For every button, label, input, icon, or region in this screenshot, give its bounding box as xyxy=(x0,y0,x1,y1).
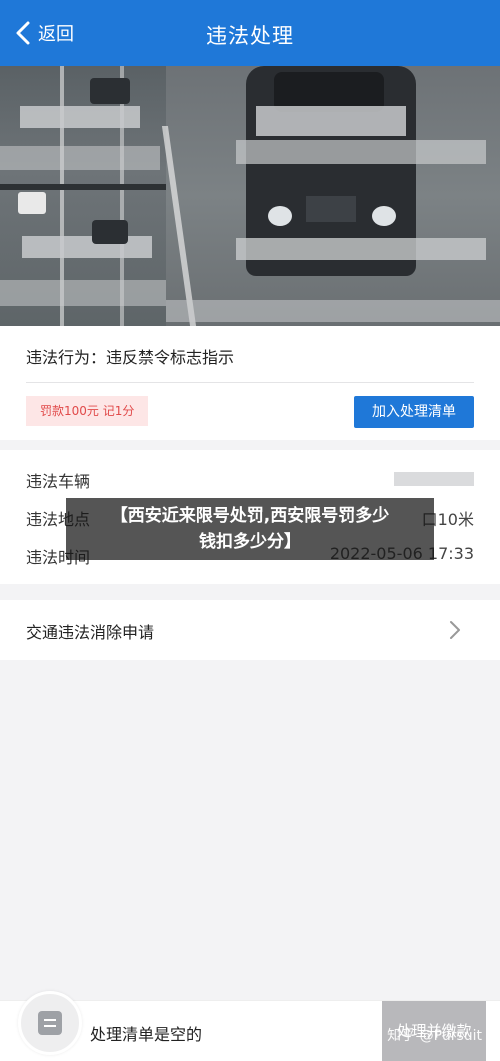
overlay-title-banner: 【西安近来限号处罚,西安限号罚多少 钱扣多少分】 xyxy=(66,498,434,560)
divider xyxy=(26,382,474,383)
chevron-right-icon xyxy=(450,621,460,639)
list-empty-text: 处理清单是空的 xyxy=(90,1025,203,1044)
appeal-label: 交通违法消除申请 xyxy=(26,623,155,642)
add-to-list-button[interactable]: 加入处理清单 xyxy=(354,396,474,428)
banner-line-2: 钱扣多少分】 xyxy=(199,532,301,552)
info-label: 违法车辆 xyxy=(26,472,91,491)
watermark: 知乎 @Pursuit xyxy=(387,1028,482,1044)
info-row-vehicle: 违法车辆 xyxy=(26,468,474,492)
top-nav-bar: 返回 违法处理 xyxy=(0,0,500,66)
violation-behavior: 违法行为：违反禁令标志指示 xyxy=(26,348,235,367)
appeal-row[interactable]: 交通违法消除申请 xyxy=(0,600,500,660)
banner-line-1: 【西安近来限号处罚,西安限号罚多少 xyxy=(110,506,390,526)
info-value-blurred xyxy=(394,468,474,487)
fine-badge: 罚款100元 记1分 xyxy=(26,396,149,426)
violation-photos[interactable] xyxy=(0,66,500,326)
violation-photo-main[interactable] xyxy=(161,66,500,326)
bottom-bar: 处理清单是空的 处理并缴款 知乎 @Pursuit xyxy=(0,991,500,1061)
processing-list-icon[interactable] xyxy=(18,991,82,1055)
violation-photo-thumbnail[interactable] xyxy=(0,66,166,326)
page-title: 违法处理 xyxy=(206,24,294,48)
violation-card: 违法行为：违反禁令标志指示 罚款100元 记1分 加入处理清单 xyxy=(0,326,500,440)
